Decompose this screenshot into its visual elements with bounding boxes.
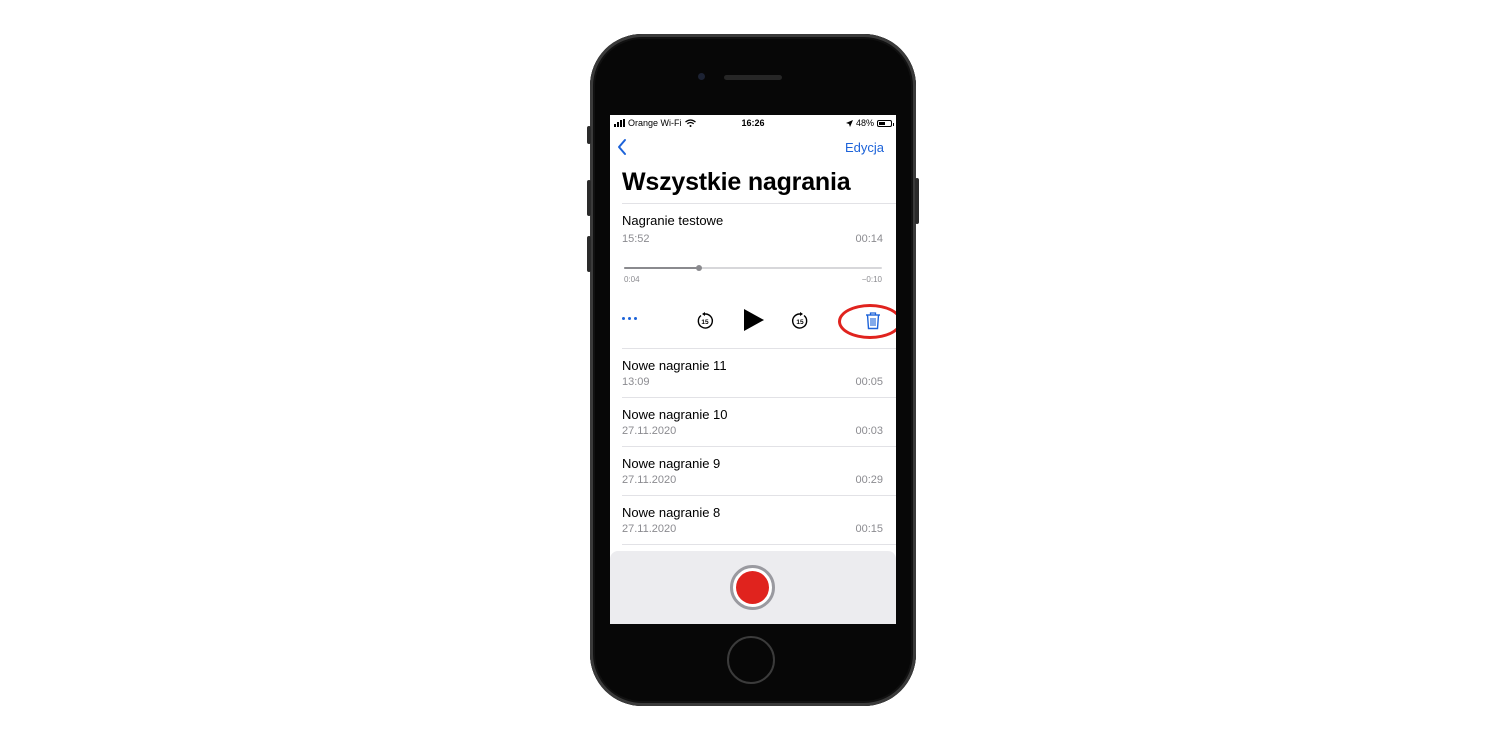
- divider: [622, 203, 896, 204]
- location-arrow-icon: [845, 119, 853, 127]
- elapsed-time: 0:04: [624, 275, 640, 284]
- recording-duration: 00:03: [855, 425, 883, 437]
- record-button[interactable]: [730, 565, 775, 610]
- power-button: [915, 178, 919, 224]
- recording-title: Nowe nagranie 11: [622, 358, 727, 373]
- record-toolbar: [610, 551, 896, 624]
- recording-date: 27.11.2020: [622, 425, 677, 437]
- play-icon[interactable]: [744, 309, 764, 331]
- earpiece-speaker: [724, 75, 782, 80]
- recording-duration: 00:05: [855, 376, 883, 388]
- front-camera: [698, 73, 705, 80]
- skip-forward-15-icon[interactable]: 15: [791, 312, 809, 330]
- divider: [622, 397, 896, 398]
- svg-text:15: 15: [796, 319, 804, 326]
- recording-duration: 00:14: [855, 233, 883, 245]
- recording-title: Nowe nagranie 9: [622, 456, 721, 471]
- home-button[interactable]: [727, 636, 775, 684]
- recording-title: Nowe nagranie 10: [622, 407, 728, 422]
- remaining-time: −0:10: [861, 275, 882, 284]
- skip-back-15-icon[interactable]: 15: [696, 312, 714, 330]
- recording-duration: 00:29: [855, 474, 883, 486]
- chevron-left-icon[interactable]: [615, 137, 631, 157]
- recording-date: 27.11.2020: [622, 474, 677, 486]
- delete-highlight-circle: [838, 304, 896, 339]
- recording-date: 13:09: [622, 376, 650, 388]
- recording-title: Nowe nagranie 8: [622, 505, 721, 520]
- ellipsis-icon[interactable]: [622, 317, 637, 320]
- edit-button[interactable]: Edycja: [845, 140, 884, 155]
- divider: [622, 446, 896, 447]
- recording-date: 15:52: [622, 233, 650, 245]
- svg-text:15: 15: [701, 319, 709, 326]
- recording-date: 27.11.2020: [622, 523, 677, 535]
- battery-icon: [877, 119, 894, 127]
- scrubber-progress: [624, 267, 699, 269]
- record-icon: [736, 571, 769, 604]
- page-title: Wszystkie nagrania: [622, 168, 851, 196]
- divider: [622, 544, 896, 545]
- status-bar: Orange Wi-Fi 16:26 48%: [610, 115, 896, 131]
- mute-switch: [587, 126, 591, 144]
- recording-duration: 00:15: [855, 523, 883, 535]
- battery-percent: 48%: [855, 118, 874, 128]
- divider: [622, 348, 896, 349]
- recording-title[interactable]: Nagranie testowe: [622, 213, 723, 228]
- app-screen: Orange Wi-Fi 16:26 48% Edycja Wszystkie …: [610, 115, 896, 624]
- scrubber-knob[interactable]: [695, 265, 702, 271]
- volume-up-button: [587, 180, 591, 216]
- playback-scrubber[interactable]: [624, 265, 882, 271]
- divider: [622, 495, 896, 496]
- volume-down-button: [587, 236, 591, 272]
